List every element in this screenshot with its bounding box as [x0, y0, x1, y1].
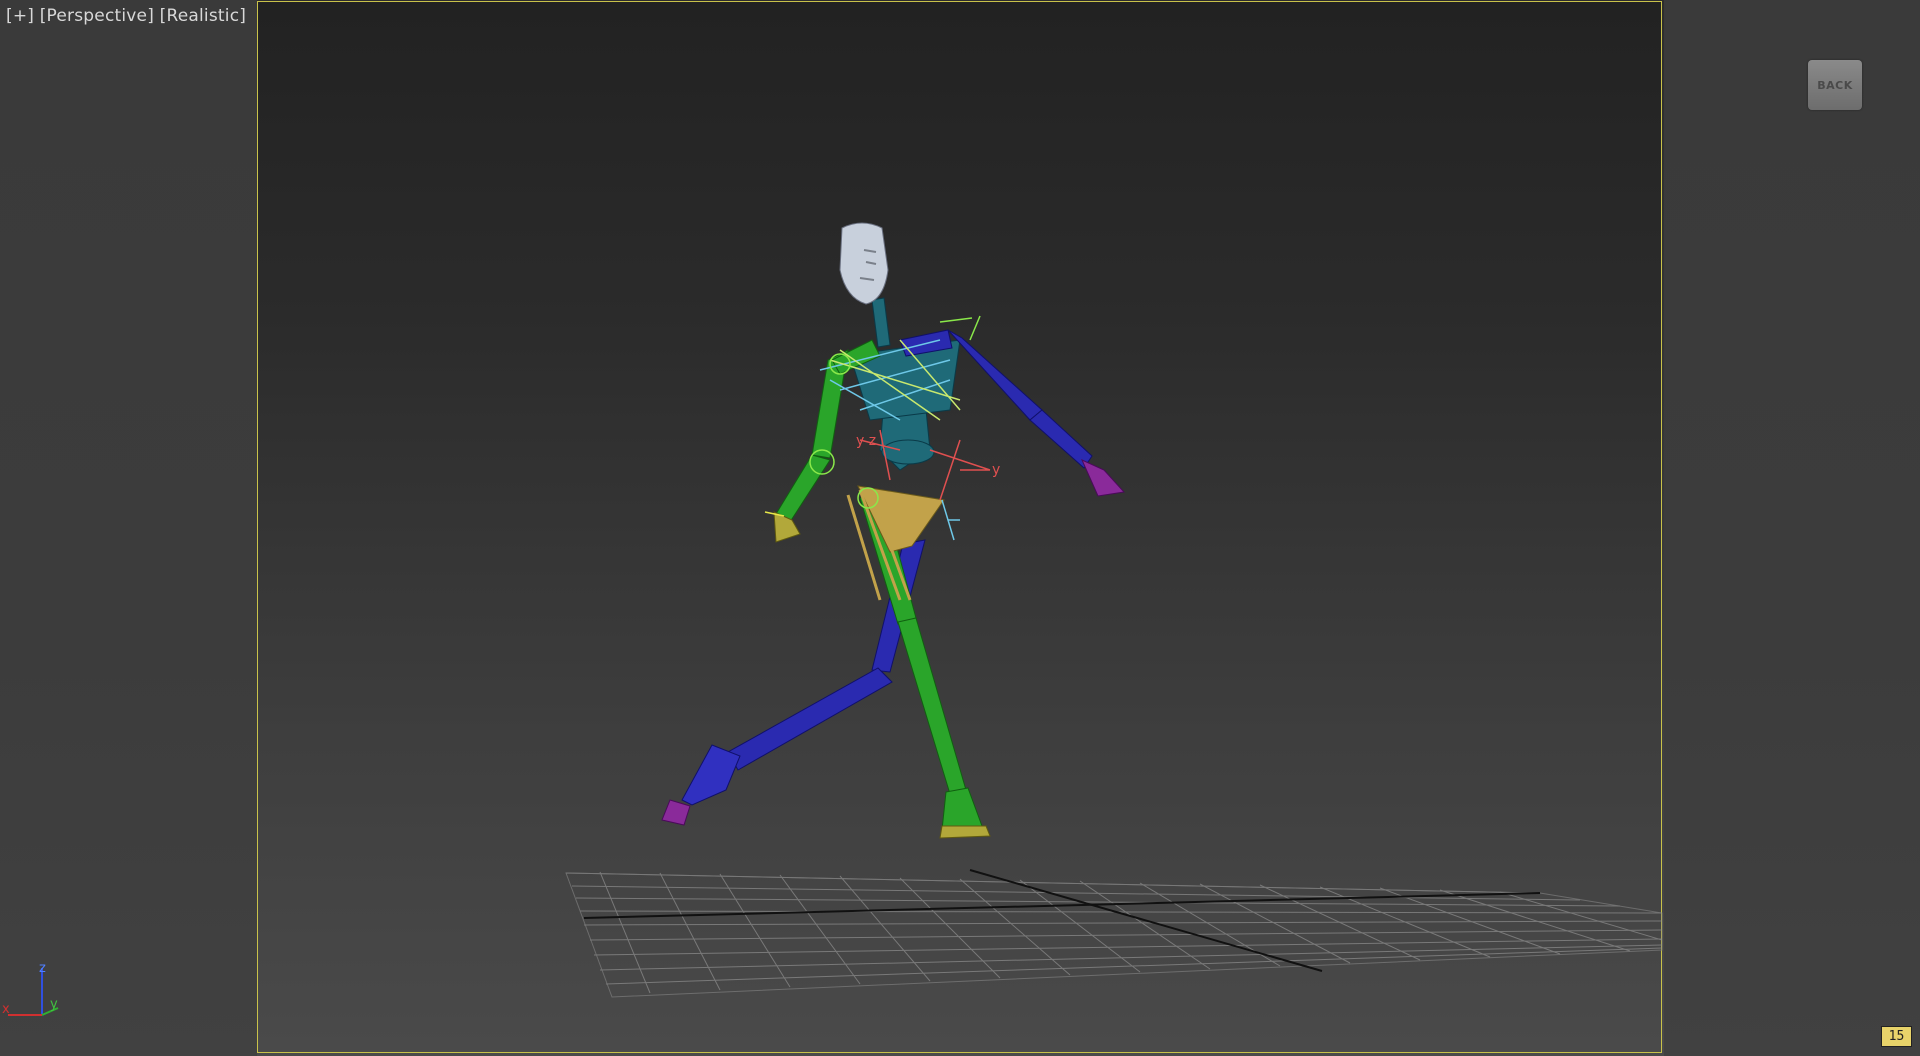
scene-canvas[interactable]: y z y z y x	[0, 0, 1920, 1056]
axis-label-y: y	[50, 997, 58, 1012]
viewport-plus-menu[interactable]: [+]	[6, 6, 34, 26]
left-calf[interactable]	[897, 617, 967, 795]
spine-lower[interactable]	[881, 439, 935, 465]
axis-label-x: x	[2, 1002, 10, 1017]
gizmo-label-y: y	[992, 462, 1000, 478]
right-foot[interactable]	[681, 744, 741, 806]
left-foot[interactable]	[941, 787, 983, 831]
viewport-label-menu[interactable]: [+] [Perspective] [Realistic]	[6, 6, 246, 26]
axis-label-z: z	[39, 961, 46, 976]
frame-badge: 15	[1881, 1026, 1912, 1047]
gizmo-label-yz: y z	[856, 433, 876, 449]
biped-rig[interactable]: y z y	[661, 222, 1125, 839]
head[interactable]	[839, 222, 889, 305]
right-calf[interactable]	[727, 667, 893, 771]
neck[interactable]	[871, 297, 891, 348]
right-upper-arm[interactable]	[947, 329, 1043, 421]
viewport-perspective[interactable]: y z y z y x [+] [Perspective] [Realistic…	[0, 0, 1920, 1056]
right-forearm[interactable]	[1029, 409, 1093, 469]
right-hand[interactable]	[1081, 459, 1125, 497]
viewcube-icon[interactable]: BACK	[1808, 60, 1862, 110]
viewport-shading-menu[interactable]: [Realistic]	[160, 6, 246, 26]
axis-tripod-icon: z y x	[2, 961, 59, 1017]
left-toes[interactable]	[939, 825, 991, 839]
left-forearm[interactable]	[775, 454, 831, 523]
viewcube-face-label: BACK	[1817, 78, 1853, 92]
ground-grid	[565, 871, 1663, 998]
viewport-view-menu[interactable]: [Perspective]	[40, 6, 154, 26]
right-toes[interactable]	[661, 799, 691, 826]
